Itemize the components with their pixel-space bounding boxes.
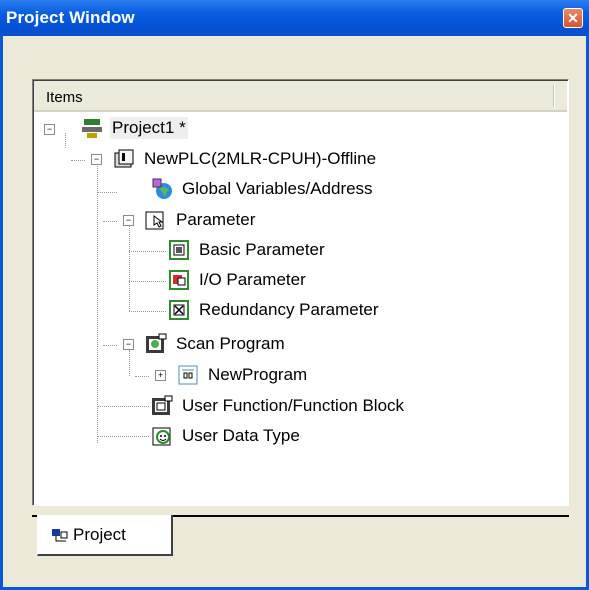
tree-item-basic-parameter[interactable]: Basic Parameter	[168, 237, 327, 263]
project-icon	[81, 117, 103, 139]
function-block-icon	[151, 395, 173, 417]
plc-icon	[113, 148, 135, 170]
tree-item-user-function-block[interactable]: User Function/Function Block	[151, 393, 406, 419]
tree-item-io-parameter[interactable]: I/O Parameter	[168, 267, 308, 293]
collapse-scan-program-toggle[interactable]: −	[123, 339, 134, 350]
collapse-plc-toggle[interactable]: −	[91, 154, 102, 165]
tab-label: Project	[73, 524, 126, 544]
tree-label: Scan Program	[176, 334, 285, 353]
collapse-project-toggle[interactable]: −	[44, 124, 55, 135]
tree-item-project1[interactable]: Project1 *	[81, 115, 188, 141]
tree-item-redundancy-parameter[interactable]: Redundancy Parameter	[168, 297, 381, 323]
items-column-header[interactable]: Items	[46, 89, 83, 106]
parameter-icon	[145, 209, 167, 231]
window-title: Project Window	[6, 8, 135, 27]
data-type-icon	[151, 425, 173, 447]
tree-label: User Data Type	[182, 426, 300, 445]
title-bar[interactable]: Project Window ✕	[0, 0, 589, 36]
tree-item-user-data-type[interactable]: User Data Type	[151, 423, 302, 449]
redundancy-parameter-icon	[168, 299, 190, 321]
tree-label: User Function/Function Block	[182, 396, 405, 415]
close-icon: ✕	[567, 10, 579, 26]
tree-label: I/O Parameter	[199, 270, 306, 289]
tree-label: NewProgram	[208, 365, 308, 384]
tree-item-scan-program[interactable]: Scan Program	[145, 331, 287, 357]
scan-program-icon	[145, 333, 167, 355]
tree-label: NewPLC(2MLR-CPUH)-Offline	[144, 149, 377, 168]
tree-header[interactable]: Items	[34, 81, 567, 112]
tree-label: Redundancy Parameter	[199, 300, 379, 319]
tree-item-newplc[interactable]: NewPLC(2MLR-CPUH)-Offline	[113, 146, 378, 172]
expand-newprogram-toggle[interactable]: +	[155, 370, 166, 381]
global-variables-icon	[151, 178, 173, 200]
tree-item-global-variables[interactable]: Global Variables/Address	[151, 176, 375, 202]
program-icon	[177, 364, 199, 386]
tree-panel: Items − − − − + Project1 * NewPLC(2MLR-C…	[32, 79, 569, 506]
tree-item-parameter[interactable]: Parameter	[145, 207, 257, 233]
project-tab-icon	[51, 526, 69, 544]
tree-label: Basic Parameter	[199, 240, 325, 259]
column-separator[interactable]	[553, 85, 555, 107]
tree-item-newprogram[interactable]: NewProgram	[177, 362, 309, 388]
basic-parameter-icon	[168, 239, 190, 261]
tree-label: Parameter	[176, 210, 256, 229]
close-button[interactable]: ✕	[563, 8, 583, 28]
tab-project[interactable]: Project	[37, 515, 173, 556]
tree-label: Project1 *	[110, 117, 188, 139]
collapse-parameter-toggle[interactable]: −	[123, 215, 134, 226]
tree-label: Global Variables/Address	[182, 179, 373, 198]
io-parameter-icon	[168, 269, 190, 291]
